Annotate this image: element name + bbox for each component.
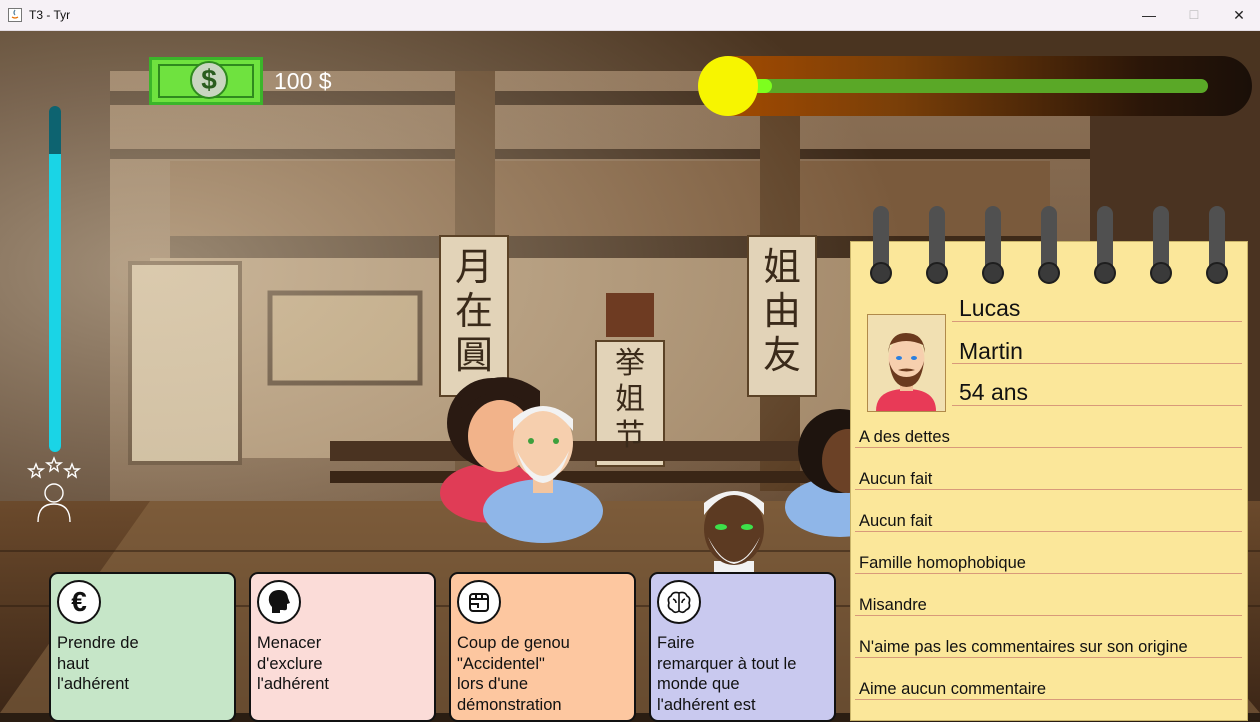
character-dark-man — [704, 491, 764, 581]
reputation-icon — [26, 456, 82, 523]
action-label: Menacer d'exclure l'adhérent — [257, 634, 329, 693]
vertical-meter — [49, 106, 61, 452]
notebook-rule — [952, 321, 1242, 322]
java-app-icon — [8, 8, 22, 22]
notebook-rule — [952, 405, 1242, 406]
action-label: Faire remarquer à tout le monde que l'ad… — [657, 634, 797, 714]
action-label: Coup de genou "Accidentel" lors d'une dé… — [457, 634, 570, 714]
action-card-coup-de-genou[interactable]: Coup de genou "Accidentel" lors d'une dé… — [449, 572, 636, 722]
first-name: Lucas — [959, 295, 1021, 321]
trait-line: Aucun fait — [859, 470, 933, 488]
character-portrait — [867, 314, 946, 412]
brain-icon — [657, 580, 701, 624]
dollar-coin: $ — [190, 61, 228, 99]
close-button[interactable]: ✕ — [1216, 0, 1260, 30]
trait-line: Famille homophobique — [859, 554, 1026, 572]
money-amount: 100 $ — [274, 68, 332, 94]
window-title: T3 - Tyr — [29, 8, 71, 22]
last-name: Martin — [959, 338, 1023, 364]
notebook-rule — [855, 615, 1242, 616]
age: 54 ans — [959, 379, 1029, 405]
action-card-menacer[interactable]: Menacer d'exclure l'adhérent — [249, 572, 436, 722]
money-bill-icon: $ — [149, 57, 263, 105]
window-titlebar: T3 - Tyr — ☐ ✕ — [0, 0, 1260, 31]
progress-knob — [698, 56, 758, 116]
vertical-meter-fill — [49, 154, 61, 452]
notebook-rule — [952, 363, 1242, 364]
maximize-button[interactable]: ☐ — [1171, 0, 1217, 30]
minimize-button[interactable]: — — [1126, 0, 1172, 30]
trait-line: Aucun fait — [859, 512, 933, 530]
notebook-rule — [855, 447, 1242, 448]
notebook-rule — [855, 531, 1242, 532]
action-label: Prendre de haut l'adhérent — [57, 634, 139, 693]
action-card-prendre-de-haut[interactable]: € Prendre de haut l'adhérent — [49, 572, 236, 722]
notebook-rule — [855, 657, 1242, 658]
trait-line: Misandre — [859, 596, 927, 614]
progress-bar — [724, 79, 1208, 93]
notebook-rule — [855, 489, 1242, 490]
speaking-head-icon — [257, 580, 301, 624]
notebook-rule — [855, 573, 1242, 574]
trait-line: A des dettes — [859, 428, 950, 446]
euro-icon: € — [57, 580, 101, 624]
fist-icon — [457, 580, 501, 624]
action-card-faire-remarquer[interactable]: Faire remarquer à tout le monde que l'ad… — [649, 572, 836, 722]
notebook-rule — [855, 699, 1242, 700]
trait-line: N'aime pas les commentaires sur son orig… — [859, 638, 1188, 656]
trait-line: Aime aucun commentaire — [859, 680, 1047, 698]
